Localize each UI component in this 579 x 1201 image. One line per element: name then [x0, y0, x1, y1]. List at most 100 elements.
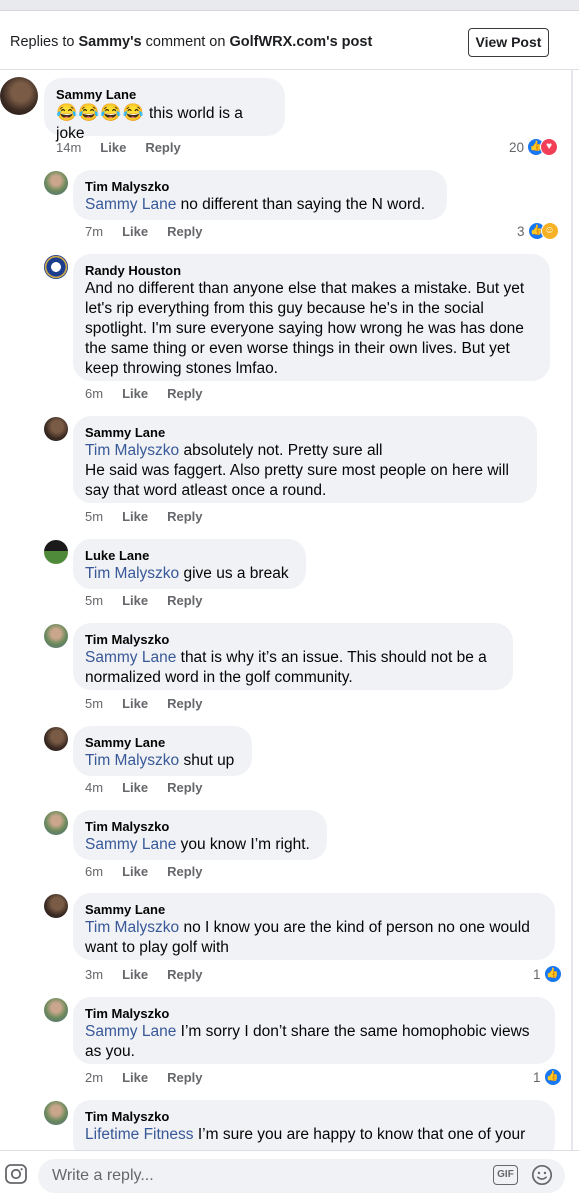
like-reaction-icon: 👍	[543, 1068, 562, 1086]
comment-text-line: the same thing or even worse things in t…	[85, 340, 510, 357]
comment-bubble: Luke Lane Tim Malyszko give us a break	[73, 539, 306, 589]
reply-button[interactable]: Reply	[167, 509, 202, 524]
gif-icon[interactable]: GIF	[493, 1165, 518, 1185]
reaction-summary[interactable]: 20 👍 ♥	[509, 138, 559, 156]
comment-author[interactable]: Tim Malyszko	[85, 178, 435, 195]
comment-author[interactable]: Sammy Lane	[85, 901, 543, 918]
emoji-icon[interactable]	[531, 1164, 553, 1191]
reply-button[interactable]: Reply	[167, 864, 202, 879]
reaction-count: 3	[517, 223, 525, 239]
reaction-count: 1	[533, 1069, 541, 1085]
header-title: Replies to Sammy's comment on GolfWRX.co…	[10, 34, 373, 50]
comment-time[interactable]: 3m	[85, 967, 103, 982]
header: Replies to Sammy's comment on GolfWRX.co…	[0, 11, 579, 70]
comment-time[interactable]: 5m	[85, 509, 103, 524]
comment-meta: 3m Like Reply	[85, 967, 221, 982]
like-button[interactable]: Like	[122, 386, 148, 401]
comment-time[interactable]: 6m	[85, 864, 103, 879]
comment-meta: 6m Like Reply	[85, 386, 221, 401]
like-button[interactable]: Like	[122, 780, 148, 795]
comment-author[interactable]: Tim Malyszko	[85, 631, 501, 648]
comment-text: Tim Malyszko no I know you are the kind …	[85, 919, 530, 936]
comment-text: Tim Malyszko give us a break	[85, 565, 289, 582]
love-reaction-icon: ♥	[540, 138, 559, 156]
comment-author[interactable]: Sammy Lane	[85, 734, 240, 751]
reaction-summary[interactable]: 1 👍	[533, 1068, 562, 1086]
view-post-button[interactable]: View Post	[468, 28, 549, 57]
comment-meta: 4m Like Reply	[85, 780, 221, 795]
comment-meta: 7m Like Reply	[85, 224, 221, 239]
reply-input[interactable]	[38, 1159, 565, 1193]
avatar[interactable]	[0, 77, 38, 115]
reaction-summary[interactable]: 1 👍	[533, 965, 562, 983]
mention-link[interactable]: Sammy Lane	[85, 836, 176, 853]
mention-link[interactable]: Sammy Lane	[85, 649, 176, 666]
thread-divider	[571, 70, 573, 1160]
comment-author[interactable]: Tim Malyszko	[85, 1108, 543, 1125]
like-reaction-icon: 👍	[543, 965, 562, 983]
comment-author[interactable]: Sammy Lane	[85, 424, 525, 441]
comment-time[interactable]: 7m	[85, 224, 103, 239]
comment-time[interactable]: 2m	[85, 1070, 103, 1085]
avatar[interactable]	[44, 727, 68, 751]
camera-icon[interactable]	[4, 1162, 28, 1191]
avatar[interactable]	[44, 998, 68, 1022]
like-button[interactable]: Like	[100, 140, 126, 155]
comment-author[interactable]: Tim Malyszko	[85, 818, 315, 835]
avatar[interactable]	[44, 624, 68, 648]
comment-text: Sammy Lane you know I’m right.	[85, 836, 310, 853]
like-button[interactable]: Like	[122, 593, 148, 608]
comment-time[interactable]: 5m	[85, 696, 103, 711]
comment-text: 😂😂😂😂 this world is a joke	[56, 103, 243, 142]
comment-bubble: Tim Malyszko Sammy Lane that is why it’s…	[73, 623, 513, 690]
mention-link[interactable]: Sammy Lane	[85, 196, 176, 213]
comment-author[interactable]: Luke Lane	[85, 547, 294, 564]
like-button[interactable]: Like	[122, 696, 148, 711]
comment-text: Sammy Lane that is why it’s an issue. Th…	[85, 649, 487, 666]
avatar[interactable]	[44, 171, 68, 195]
mention-link[interactable]: Tim Malyszko	[85, 442, 179, 459]
mention-link[interactable]: Tim Malyszko	[85, 919, 179, 936]
mention-link[interactable]: Sammy Lane	[85, 1023, 176, 1040]
comment-meta: 5m Like Reply	[85, 593, 221, 608]
reply-button[interactable]: Reply	[145, 140, 180, 155]
comment-author[interactable]: Randy Houston	[85, 262, 538, 279]
reply-button[interactable]: Reply	[167, 593, 202, 608]
avatar[interactable]	[44, 811, 68, 835]
haha-reaction-icon: ☺	[540, 222, 559, 240]
avatar[interactable]	[44, 1101, 68, 1125]
mention-link[interactable]: Lifetime Fitness	[85, 1126, 194, 1143]
avatar[interactable]	[44, 540, 68, 564]
comment-text-line: He said was faggert. Also pretty sure mo…	[85, 462, 509, 479]
reaction-summary[interactable]: 3 👍 ☺	[517, 222, 559, 240]
mention-link[interactable]: Tim Malyszko	[85, 752, 179, 769]
comment-time[interactable]: 5m	[85, 593, 103, 608]
like-button[interactable]: Like	[122, 967, 148, 982]
mention-link[interactable]: Tim Malyszko	[85, 565, 179, 582]
comment-bubble: Sammy Lane 😂😂😂😂 this world is a joke	[44, 78, 285, 142]
reply-button[interactable]: Reply	[167, 386, 202, 401]
like-button[interactable]: Like	[122, 509, 148, 524]
comment-author[interactable]: Sammy Lane	[56, 86, 273, 103]
comment-meta: 14m Like Reply	[56, 140, 200, 155]
avatar[interactable]	[44, 894, 68, 918]
like-button[interactable]: Like	[122, 1070, 148, 1085]
comment-time[interactable]: 14m	[56, 140, 81, 155]
comment-text-line: keep throwing stones lmfao.	[85, 360, 278, 377]
comment-bubble: Sammy Lane Tim Malyszko no I know you ar…	[73, 893, 555, 960]
avatar[interactable]	[44, 417, 68, 441]
avatar[interactable]	[44, 255, 68, 279]
reply-button[interactable]: Reply	[167, 780, 202, 795]
comment-text: Tim Malyszko shut up	[85, 752, 235, 769]
reply-button[interactable]: Reply	[167, 224, 202, 239]
like-button[interactable]: Like	[122, 224, 148, 239]
reply-button[interactable]: Reply	[167, 967, 202, 982]
comment-author[interactable]: Tim Malyszko	[85, 1005, 543, 1022]
like-button[interactable]: Like	[122, 864, 148, 879]
comment-time[interactable]: 4m	[85, 780, 103, 795]
comment-text: Sammy Lane I’m sorry I don’t share the s…	[85, 1023, 530, 1040]
comment-time[interactable]: 6m	[85, 386, 103, 401]
reply-button[interactable]: Reply	[167, 1070, 202, 1085]
comment-bubble: Tim Malyszko Sammy Lane I’m sorry I don’…	[73, 997, 555, 1064]
reply-button[interactable]: Reply	[167, 696, 202, 711]
